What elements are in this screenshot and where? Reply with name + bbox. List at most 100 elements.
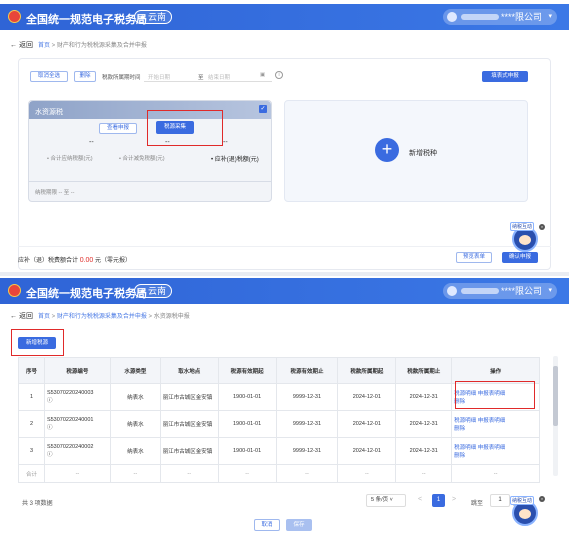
- valid-start: 1900-01-01: [217, 437, 277, 465]
- assistant-mascot-icon[interactable]: 纳税互动: [510, 496, 538, 526]
- back-link[interactable]: ← 返回: [10, 313, 33, 320]
- total-cell: --: [217, 464, 277, 483]
- confirm-declaration-button[interactable]: 确认申报: [502, 252, 538, 263]
- info-icon[interactable]: ⓘ: [47, 398, 53, 404]
- col-header: 取水地点: [159, 357, 219, 384]
- payable-value: --: [223, 139, 228, 146]
- highlight-box: [11, 329, 64, 356]
- info-icon[interactable]: i: [275, 71, 283, 79]
- jump-input[interactable]: 1: [490, 494, 510, 507]
- add-tax-type-card[interactable]: + 新增税种: [284, 100, 528, 202]
- row-number: 3: [18, 437, 45, 465]
- valid-end: 9999-12-31: [275, 437, 339, 465]
- water-type: 纳表水: [109, 383, 161, 411]
- avatar-icon: [447, 12, 457, 22]
- total-label: 合计: [18, 464, 45, 483]
- app-title: 全国统一规范电子税务局: [26, 288, 147, 300]
- payable-label: • 应补(退)税额(元): [211, 157, 259, 163]
- date-range-input[interactable]: 开始日期 至 结束日期 ▣: [144, 70, 272, 82]
- region-label: 云南: [147, 12, 166, 22]
- source-detail-link[interactable]: 税源明细: [454, 418, 476, 424]
- breadcrumb-section: 财产和行为税税源采集及合并申报: [56, 43, 147, 49]
- chevron-down-icon: ▾: [548, 287, 552, 294]
- valid-start: 1900-01-01: [217, 383, 277, 411]
- period-label: 税款所属期时间: [102, 75, 141, 81]
- bottom-header-bar: 全国统一规范电子税务局 ● 云南 ****限公司 ▾: [0, 278, 569, 304]
- mascot-face: [519, 509, 531, 519]
- total-cell: --: [159, 464, 219, 483]
- payable-total-text: 应补（退）税费额合计 0.00 元（零元报）: [18, 257, 131, 264]
- next-page-button[interactable]: >: [452, 496, 456, 503]
- save-button[interactable]: 保存: [286, 519, 312, 531]
- period-end: 2024-12-31: [395, 437, 453, 465]
- current-page-button[interactable]: 1: [432, 494, 445, 507]
- range-separator: 至: [198, 75, 204, 81]
- mascot-tag: 纳税互动: [510, 222, 535, 231]
- info-icon[interactable]: ⓘ: [47, 425, 53, 431]
- tax-source-table: 序号 税源编号 水源类型 取水地点 税源有效期起 税源有效期止 税款所属期起 税…: [18, 357, 540, 483]
- card-title: 水资源税: [35, 109, 63, 116]
- user-menu[interactable]: ****限公司 ▾: [443, 9, 557, 25]
- start-date-input[interactable]: 开始日期: [148, 73, 170, 81]
- source-code: S53070220240001: [46, 417, 94, 423]
- breadcrumb-home[interactable]: 首页: [38, 314, 50, 320]
- col-header: 水源类型: [109, 357, 161, 384]
- user-menu[interactable]: ****限公司 ▾: [443, 283, 557, 299]
- delete-link[interactable]: 删除: [454, 453, 465, 459]
- cancel-all-button[interactable]: 取消全选: [30, 71, 68, 82]
- highlight-box: [147, 110, 223, 146]
- water-type: 纳表水: [109, 410, 161, 438]
- total-cell: --: [337, 464, 397, 483]
- source-detail-link[interactable]: 税源明细: [454, 445, 476, 451]
- tax-emblem-icon: [8, 10, 21, 23]
- avatar-icon: [447, 286, 457, 296]
- table-row: 2 S53070220240001 ⓘ 纳表水 丽江市古城区金安镇 1900-01…: [18, 410, 540, 438]
- total-count: 共 3 项数据: [22, 501, 53, 507]
- delete-link[interactable]: 删除: [454, 426, 465, 432]
- cancel-button[interactable]: 取消: [254, 519, 280, 531]
- highlight-box: [455, 381, 535, 409]
- tax-period-text: 纳税期限 -- 至 --: [35, 190, 75, 196]
- form-detail-link[interactable]: 申报表明细: [478, 418, 506, 424]
- total-cell: --: [109, 464, 161, 483]
- col-header: 税款所属期止: [395, 357, 453, 384]
- payable-total-amount: 0.00: [79, 257, 94, 264]
- region-selector[interactable]: ● 云南: [134, 10, 172, 24]
- company-name: ****限公司: [501, 286, 543, 296]
- breadcrumb-section[interactable]: 财产和行为税税源采集及合并申报: [57, 314, 147, 320]
- form-declare-button[interactable]: 填表式申报: [482, 71, 528, 82]
- total-cell: --: [275, 464, 339, 483]
- period-end: 2024-12-31: [395, 410, 453, 438]
- assistant-mascot-icon[interactable]: 纳税互动: [510, 222, 538, 252]
- view-declaration-button[interactable]: 查看申报: [99, 123, 137, 134]
- delete-button[interactable]: 删除: [74, 71, 96, 82]
- app-title: 全国统一规范电子税务局: [26, 14, 147, 26]
- total-tax-label: • 合计应纳税额(元): [47, 156, 93, 162]
- card-divider: [29, 181, 271, 182]
- back-link[interactable]: ← 返回: [10, 42, 33, 49]
- vertical-scrollbar[interactable]: [553, 356, 558, 476]
- scrollbar-thumb[interactable]: [553, 366, 558, 426]
- close-mascot-icon[interactable]: ×: [539, 224, 545, 230]
- source-code: S53070220240002: [46, 444, 94, 450]
- end-date-input[interactable]: 结束日期: [208, 73, 230, 81]
- valid-end: 9999-12-31: [275, 383, 339, 411]
- close-mascot-icon[interactable]: ×: [539, 496, 545, 502]
- period-start: 2024-12-01: [337, 410, 397, 438]
- screen-divider: [0, 272, 569, 276]
- preview-form-button[interactable]: 预览表单: [456, 252, 492, 263]
- valid-end: 9999-12-31: [275, 410, 339, 438]
- page-size-select[interactable]: 5 条/页 ˅: [366, 494, 406, 507]
- row-number: 2: [18, 410, 45, 438]
- region-selector[interactable]: ● 云南: [134, 284, 172, 298]
- col-header: 税源有效期止: [275, 357, 339, 384]
- row-number: 1: [18, 383, 45, 411]
- info-icon[interactable]: ⓘ: [47, 452, 53, 458]
- breadcrumb: ← 返回 首页 > 财产和行为税税源采集及合并申报 > 水资源税申报: [10, 313, 190, 320]
- form-detail-link[interactable]: 申报表明细: [478, 445, 506, 451]
- prev-page-button[interactable]: <: [418, 496, 422, 503]
- plus-icon: +: [375, 138, 399, 162]
- breadcrumb-home[interactable]: 首页: [38, 43, 50, 49]
- jump-label: 跳至: [471, 501, 484, 507]
- card-checkbox[interactable]: ✓: [259, 105, 267, 113]
